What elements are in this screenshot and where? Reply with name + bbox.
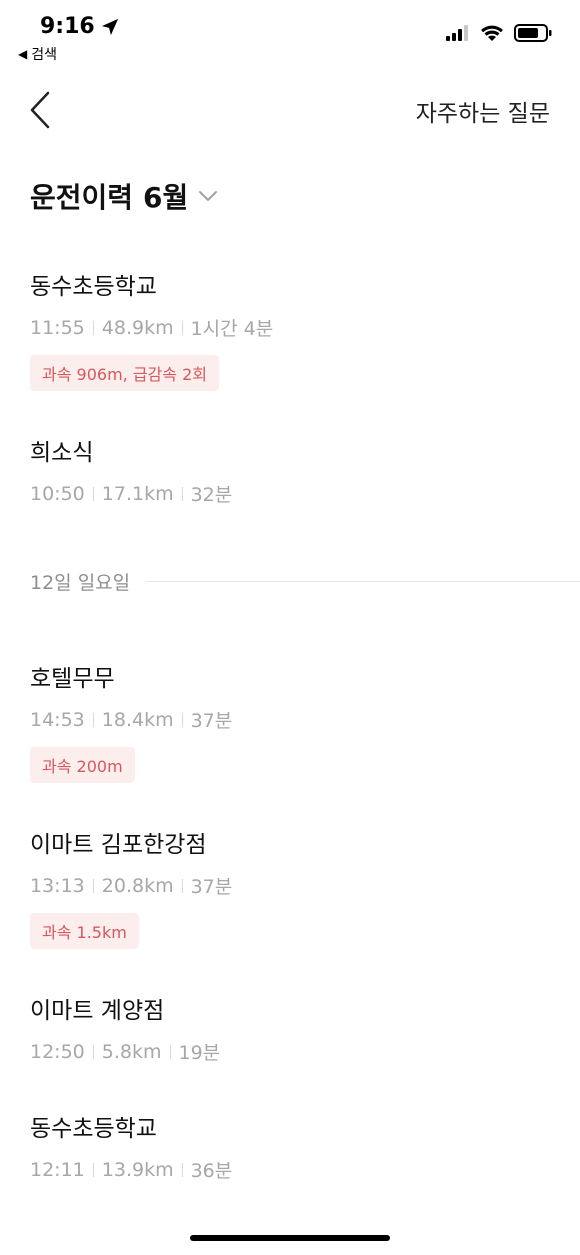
home-indicator — [190, 1235, 390, 1241]
status-icons — [446, 24, 552, 42]
status-bar: 9:16 ◀ 검색 — [0, 0, 580, 70]
trip-name: 이마트 계양점 — [30, 998, 165, 1024]
month-selector[interactable]: 운전이력 6월 — [30, 176, 218, 216]
trip-duration: 36분 — [190, 1160, 233, 1182]
chevron-down-icon — [199, 191, 218, 202]
trip-list: 동수초등학교 11:55 48.9km 1시간 4분 과속 906m, 급감속 … — [30, 270, 580, 1222]
divider — [92, 712, 94, 727]
divider — [92, 1044, 94, 1059]
clock: 9:16 — [40, 14, 95, 39]
section-date-label: 12일 일요일 — [30, 571, 131, 594]
trip-time: 12:50 — [30, 1040, 85, 1063]
divider — [92, 878, 94, 893]
divider — [92, 320, 94, 335]
page-title: 운전이력 — [30, 181, 134, 214]
warning-badge: 과속 906m, 급감속 2회 — [30, 355, 219, 391]
trip-item[interactable]: 희소식 10:50 17.1km 32분 — [30, 436, 580, 556]
battery-icon — [514, 24, 552, 42]
back-triangle-icon: ◀ — [18, 47, 28, 61]
trip-duration: 19분 — [178, 1042, 221, 1064]
warning-badge: 과속 1.5km — [30, 913, 139, 949]
trip-item[interactable]: 이마트 계양점 12:50 5.8km 19분 — [30, 994, 580, 1112]
cellular-signal-icon — [446, 25, 468, 41]
status-time: 9:16 — [40, 14, 119, 39]
divider — [181, 320, 183, 335]
trip-duration: 37분 — [190, 876, 233, 898]
warning-badge: 과속 200m — [30, 747, 135, 783]
trip-item[interactable]: 이마트 김포한강점 13:13 20.8km 37분 과속 1.5km — [30, 828, 580, 994]
trip-time: 13:13 — [30, 874, 85, 897]
divider — [181, 1162, 183, 1177]
trip-name: 호텔무무 — [30, 666, 115, 692]
section-divider — [146, 580, 580, 582]
trip-item[interactable]: 동수초등학교 12:11 13.9km 36분 — [30, 1112, 580, 1222]
faq-link[interactable]: 자주하는 질문 — [416, 94, 550, 128]
back-to-app[interactable]: ◀ 검색 — [18, 44, 57, 64]
trip-time: 12:11 — [30, 1158, 85, 1181]
trip-distance: 18.4km — [101, 708, 174, 731]
divider — [181, 878, 183, 893]
trip-duration: 32분 — [190, 484, 233, 506]
trip-meta: 12:11 13.9km 36분 — [30, 1156, 580, 1183]
trip-name: 동수초등학교 — [30, 274, 157, 300]
trip-name: 동수초등학교 — [30, 1116, 157, 1142]
trip-meta: 11:55 48.9km 1시간 4분 — [30, 314, 580, 341]
trip-meta: 14:53 18.4km 37분 — [30, 706, 580, 733]
back-app-label: 검색 — [31, 47, 57, 63]
divider — [169, 1044, 171, 1059]
trip-item[interactable]: 호텔무무 14:53 18.4km 37분 과속 200m — [30, 662, 580, 828]
date-section-header: 12일 일요일 — [30, 546, 580, 616]
month-label: 6월 — [143, 181, 189, 214]
trip-duration: 1시간 4분 — [190, 318, 274, 340]
trip-time: 10:50 — [30, 482, 85, 505]
trip-duration: 37분 — [190, 710, 233, 732]
trip-distance: 20.8km — [101, 874, 174, 897]
trip-item[interactable]: 동수초등학교 11:55 48.9km 1시간 4분 과속 906m, 급감속 … — [30, 270, 580, 436]
navigation-bar: 자주하는 질문 — [0, 80, 580, 144]
divider — [92, 1162, 94, 1177]
trip-distance: 48.9km — [101, 316, 174, 339]
trip-name: 이마트 김포한강점 — [30, 832, 207, 858]
back-button[interactable] — [26, 90, 56, 130]
chevron-left-icon — [30, 91, 50, 129]
trip-distance: 13.9km — [101, 1158, 174, 1181]
trip-distance: 5.8km — [101, 1040, 162, 1063]
trip-meta: 12:50 5.8km 19분 — [30, 1038, 580, 1065]
trip-meta: 13:13 20.8km 37분 — [30, 872, 580, 899]
divider — [181, 712, 183, 727]
trip-distance: 17.1km — [101, 482, 174, 505]
trip-meta: 10:50 17.1km 32분 — [30, 480, 580, 507]
wifi-icon — [481, 25, 503, 41]
location-arrow-icon — [101, 18, 118, 35]
trip-time: 11:55 — [30, 316, 85, 339]
trip-name: 희소식 — [30, 440, 94, 466]
divider — [181, 486, 183, 501]
trip-time: 14:53 — [30, 708, 85, 731]
divider — [92, 486, 94, 501]
